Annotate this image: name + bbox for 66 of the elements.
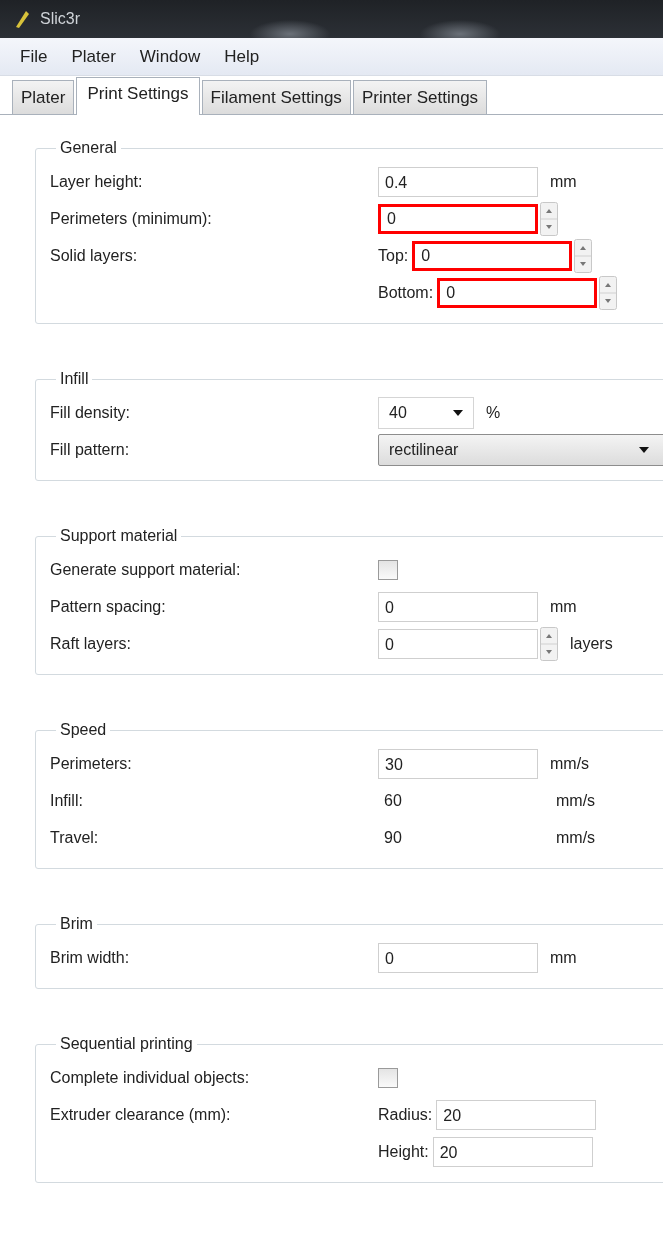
setting-label: Perimeters (minimum): [50,209,213,229]
input-field[interactable]: 0 [378,942,538,973]
menu-item[interactable]: Plater [71,46,116,67]
menu-item[interactable]: Window [139,46,201,67]
unit-label: mm/s [550,754,590,773]
tab[interactable]: Print Settings [76,77,200,115]
menu-item[interactable]: File [20,46,48,67]
unit-label: mm [550,597,577,616]
dropdown[interactable]: 40 [378,396,474,429]
group-title: Speed [59,721,108,739]
unit-label: mm [550,948,577,967]
setting-label: Raft layers: [50,634,132,654]
checkbox[interactable] [378,559,398,580]
group-title: Brim [59,915,94,933]
tab[interactable]: Plater [12,80,75,114]
group-title: Infill [59,370,90,388]
input-field[interactable]: 0.4 [378,166,538,197]
setting-label: Solid layers: [50,246,139,266]
setting-label: Perimeters: [50,754,133,774]
unit-label: mm/s [556,828,596,847]
app-icon [14,9,30,29]
input-field[interactable]: 0 [378,203,538,234]
field-label: Bottom: [378,283,434,302]
input-field[interactable]: 20 [436,1099,597,1130]
setting-value: 90 [383,828,403,847]
spin-buttons[interactable] [599,275,618,310]
field-label: Height: [378,1142,429,1161]
group-title: General [59,139,118,157]
dropdown-value: rectilinear [389,440,459,459]
setting-label: Extruder clearance (mm): [50,1105,232,1125]
input-field[interactable]: 20 [432,1136,593,1167]
input-field[interactable]: 0 [412,240,573,271]
setting-label: Infill: [50,791,84,811]
setting-label: Brim width: [50,948,131,968]
tab[interactable]: Filament Settings [201,80,351,114]
unit-label: layers [570,634,613,653]
unit-label: mm/s [556,791,596,810]
dropdown[interactable]: rectilinear [378,433,663,466]
setting-label: Layer height: [50,172,144,192]
field-label: Radius: [378,1105,433,1124]
input-field[interactable]: 0 [378,628,538,659]
unit-label: mm [550,172,577,191]
field-label: Top: [378,246,409,265]
input-field[interactable]: 30 [378,748,538,779]
menu-item[interactable]: Help [224,46,260,67]
caret-icon [639,446,649,453]
setting-label: Fill pattern: [50,440,131,460]
group-title: Support material [59,527,179,545]
spin-buttons[interactable] [540,201,558,236]
setting-value: 60 [383,791,403,810]
input-field[interactable]: 0 [378,591,538,622]
setting-label: Pattern spacing: [50,597,167,617]
setting-label: Complete individual objects: [50,1068,251,1088]
spin-buttons[interactable] [574,238,593,273]
spin-buttons[interactable] [540,626,558,661]
checkbox[interactable] [378,1067,398,1088]
group-title: Sequential printing [59,1035,194,1053]
setting-label: Generate support material: [50,560,242,580]
dropdown-value: 40 [389,403,407,422]
window-title: Slic3r [40,10,80,28]
setting-label: Travel: [50,828,100,848]
caret-icon [453,409,463,416]
unit-label: % [486,403,501,422]
tab[interactable]: Printer Settings [352,80,488,114]
input-field[interactable]: 0 [437,277,598,308]
setting-label: Fill density: [50,403,132,423]
